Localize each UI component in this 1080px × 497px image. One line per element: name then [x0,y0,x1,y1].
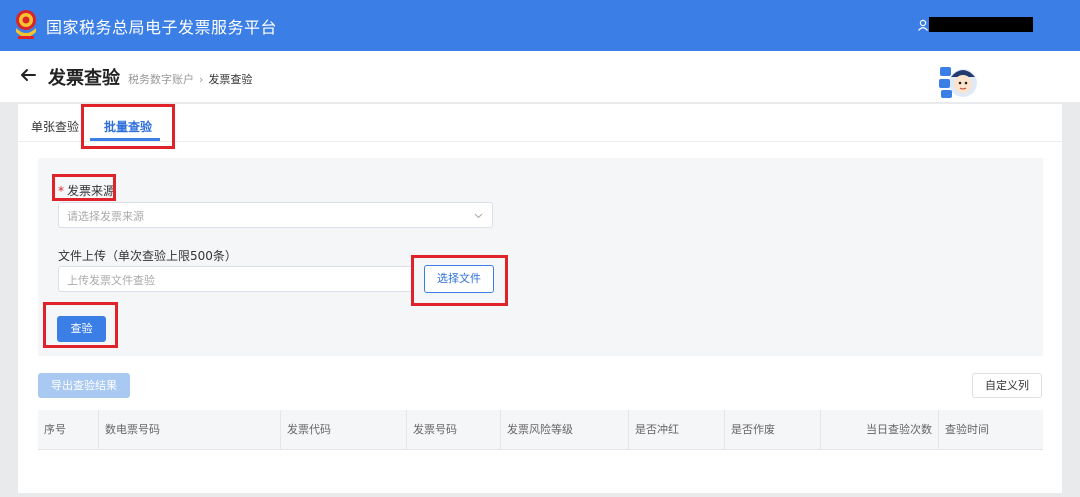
app-title: 国家税务总局电子发票服务平台 [46,18,278,37]
column-header-verify-time: 查验时间 [938,410,1043,450]
back-arrow-icon[interactable] [18,65,38,85]
breadcrumb: 税务数字账户 › 发票查验 [128,71,252,87]
column-header-risk-level: 发票风险等级 [500,410,628,450]
column-header-daily-verify-count: 当日查验次数 [820,410,938,450]
highlight-box-source-label [52,174,116,201]
main-card: 单张查验 批量查验 * 发票来源 请选择发票来源 文件上传（单次查验上限500条）… [18,104,1062,493]
column-header-invoice-code: 发票代码 [280,410,406,450]
page-header: 发票查验 税务数字账户 › 发票查验 [0,51,1080,102]
column-header-is-voided: 是否作废 [724,410,820,450]
file-upload-label: 文件上传（单次查验上限500条） [58,249,237,263]
column-header-digital-invoice-number: 数电票号码 [98,410,280,450]
batch-form-panel: * 发票来源 请选择发票来源 文件上传（单次查验上限500条） 上传发票文件查验 … [38,158,1043,356]
custom-columns-button[interactable]: 自定义列 [972,373,1042,398]
breadcrumb-separator-icon: › [199,73,204,86]
highlight-box-choose-file [411,255,508,306]
breadcrumb-item-current: 发票查验 [208,73,253,86]
chevron-down-icon [474,213,483,219]
page-title: 发票查验 [48,68,120,89]
column-header-invoice-number: 发票号码 [406,410,500,450]
highlight-box-verify [43,302,118,348]
top-bar: 国家税务总局电子发票服务平台 [0,0,1080,51]
column-header-is-reversed: 是否冲红 [628,410,724,450]
user-icon[interactable] [917,19,929,31]
breadcrumb-item-account[interactable]: 税务数字账户 [128,73,194,86]
user-name-redacted[interactable] [929,17,1033,32]
tax-emblem-icon [16,10,36,39]
mascot-assistant-icon[interactable] [938,59,980,101]
invoice-source-select[interactable]: 请选择发票来源 [58,202,493,228]
file-upload-input[interactable]: 上传发票文件查验 [58,266,413,292]
invoice-source-placeholder: 请选择发票来源 [67,210,144,223]
export-results-button[interactable]: 导出查验结果 [38,373,130,398]
results-table-header: 序号 数电票号码 发票代码 发票号码 发票风险等级 是否冲红 是否作废 当日查验… [38,410,1043,450]
tab-single-verify[interactable]: 单张查验 [31,118,79,135]
highlight-box-tab [81,104,175,149]
column-header-index: 序号 [44,423,66,436]
